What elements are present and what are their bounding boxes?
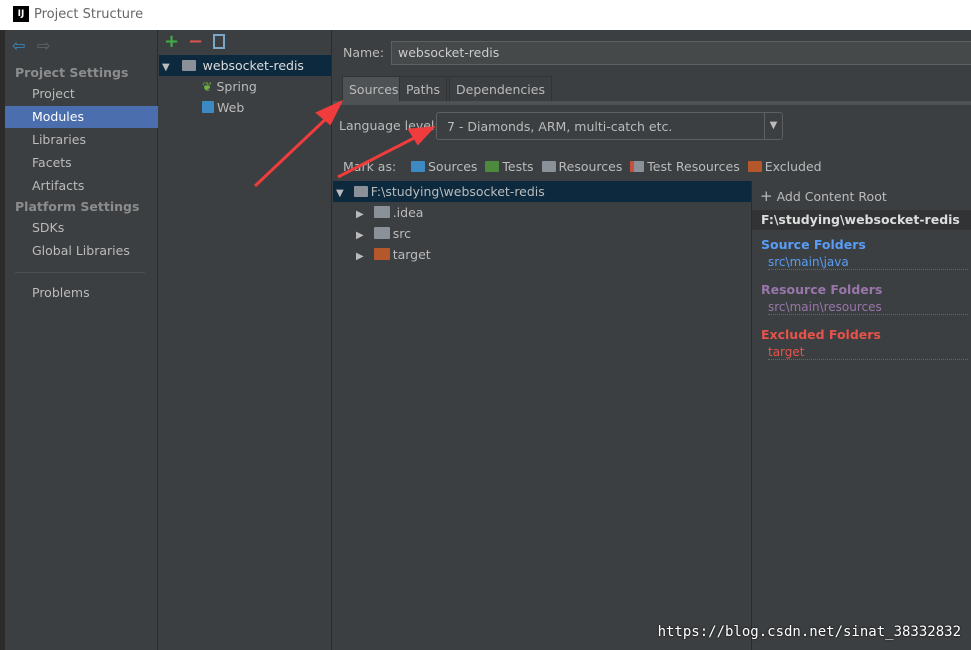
- tree-item-target[interactable]: ▶ target: [356, 244, 431, 265]
- facet-web[interactable]: Web: [202, 97, 244, 118]
- nav-item-modules[interactable]: Modules: [5, 106, 158, 128]
- test-resources-folder-icon: [630, 161, 645, 172]
- nav-item-global-libraries[interactable]: Global Libraries: [5, 240, 158, 262]
- module-details: Name: websocket-redis Sources Paths Depe…: [333, 30, 971, 650]
- resource-folder-label: src\main\resources: [768, 300, 968, 315]
- source-folder-label: src\main\java: [768, 255, 968, 270]
- module-name: websocket-redis: [202, 58, 304, 73]
- nav-item-facets[interactable]: Facets: [5, 152, 158, 174]
- nav-heading-project-settings: Project Settings: [15, 65, 129, 80]
- module-root[interactable]: ▼ websocket-redis: [159, 55, 331, 76]
- tab-underline: [333, 101, 971, 105]
- title-bar: IJ Project Structure: [0, 0, 971, 30]
- plus-icon: +: [760, 187, 773, 205]
- mark-test-resources-button[interactable]: Test Resources: [630, 159, 740, 174]
- forward-arrow-icon[interactable]: ⇨: [37, 36, 50, 55]
- language-level-dropdown[interactable]: 7 - Diamonds, ARM, multi-catch etc. ▼: [436, 112, 783, 140]
- content-root-tree: ▼ F:\studying\websocket-redis ▶ .idea ▶ …: [333, 181, 751, 650]
- mark-label: Tests: [502, 159, 534, 174]
- add-content-root-button[interactable]: + Add Content Root: [760, 187, 887, 205]
- mark-resources-button[interactable]: Resources: [541, 159, 623, 174]
- sources-folder-icon: [411, 161, 425, 172]
- intellij-logo: IJ: [13, 6, 29, 22]
- name-input[interactable]: websocket-redis: [391, 41, 971, 65]
- nav-item-project[interactable]: Project: [5, 83, 158, 105]
- add-content-root-label: Add Content Root: [776, 189, 887, 204]
- facet-label: Spring: [216, 79, 257, 94]
- window-title: Project Structure: [34, 7, 144, 22]
- folder-icon: [373, 227, 390, 239]
- excluded-folder-icon: [373, 248, 390, 260]
- folder-icon: [373, 206, 390, 218]
- facet-spring[interactable]: ❦ Spring: [202, 76, 257, 97]
- mark-label: Sources: [428, 159, 478, 174]
- mark-sources-button[interactable]: Sources: [411, 159, 477, 174]
- back-arrow-icon[interactable]: ⇦: [12, 36, 25, 55]
- mark-as-toolbar: Sources Tests Resources Test Resources E…: [411, 159, 822, 174]
- modules-panel: + − ▼ websocket-redis ❦ Spring Web: [159, 30, 332, 650]
- nav-divider: [15, 272, 145, 273]
- tree-root-label: F:\studying\websocket-redis: [370, 184, 545, 199]
- tests-folder-icon: [485, 161, 500, 172]
- excluded-folders-heading: Excluded Folders: [761, 327, 881, 342]
- folder-icon: [353, 186, 368, 197]
- mark-label: Test Resources: [647, 159, 740, 174]
- tree-item-label: .idea: [392, 205, 424, 220]
- resource-folders-heading: Resource Folders: [761, 282, 883, 297]
- nav-heading-platform-settings: Platform Settings: [15, 199, 140, 214]
- content-root-path: F:\studying\websocket-redis: [752, 210, 971, 230]
- name-label: Name:: [343, 45, 385, 60]
- excluded-folder-label: target: [768, 345, 968, 360]
- copy-icon[interactable]: [213, 34, 225, 49]
- mark-label: Excluded: [764, 159, 822, 174]
- content-root-panel: + Add Content Root F:\studying\websocket…: [751, 181, 971, 650]
- nav-item-problems[interactable]: Problems: [5, 282, 158, 304]
- remove-icon[interactable]: −: [188, 31, 203, 52]
- nav-item-artifacts[interactable]: Artifacts: [5, 175, 158, 197]
- tab-dependencies[interactable]: Dependencies: [449, 76, 552, 102]
- spring-leaf-icon: ❦: [202, 79, 213, 94]
- excluded-folder-path[interactable]: target: [768, 345, 968, 360]
- tree-item-label: src: [392, 226, 411, 241]
- tree-item-label: target: [392, 247, 431, 262]
- resources-folder-icon: [541, 161, 556, 172]
- mark-as-label: Mark as:: [343, 159, 397, 174]
- tree-item-src[interactable]: ▶ src: [356, 223, 411, 244]
- excluded-folder-icon: [747, 161, 762, 172]
- settings-nav: ⇦ ⇨ Project Settings Project Modules Lib…: [5, 30, 158, 650]
- mark-tests-button[interactable]: Tests: [485, 159, 534, 174]
- nav-item-libraries[interactable]: Libraries: [5, 129, 158, 151]
- module-folder-icon: [181, 60, 196, 71]
- tree-root[interactable]: ▼ F:\studying\websocket-redis: [333, 181, 751, 202]
- watermark: https://blog.csdn.net/sinat_38332832: [657, 624, 961, 640]
- chevron-down-icon[interactable]: ▼: [764, 113, 782, 139]
- mark-label: Resources: [558, 159, 623, 174]
- language-level-label: Language level:: [339, 118, 439, 133]
- nav-item-sdks[interactable]: SDKs: [5, 217, 158, 239]
- resource-folder-path[interactable]: src\main\resources: [768, 300, 968, 315]
- mark-excluded-button[interactable]: Excluded: [747, 159, 822, 174]
- source-folders-heading: Source Folders: [761, 237, 866, 252]
- language-level-value: 7 - Diamonds, ARM, multi-catch etc.: [447, 119, 673, 134]
- tab-sources[interactable]: Sources: [342, 76, 406, 102]
- facet-label: Web: [217, 100, 245, 115]
- tab-paths[interactable]: Paths: [399, 76, 447, 102]
- source-folder-path[interactable]: src\main\java: [768, 255, 968, 270]
- tree-item-idea[interactable]: ▶ .idea: [356, 202, 423, 223]
- web-icon: [202, 101, 214, 113]
- add-icon[interactable]: +: [164, 31, 179, 52]
